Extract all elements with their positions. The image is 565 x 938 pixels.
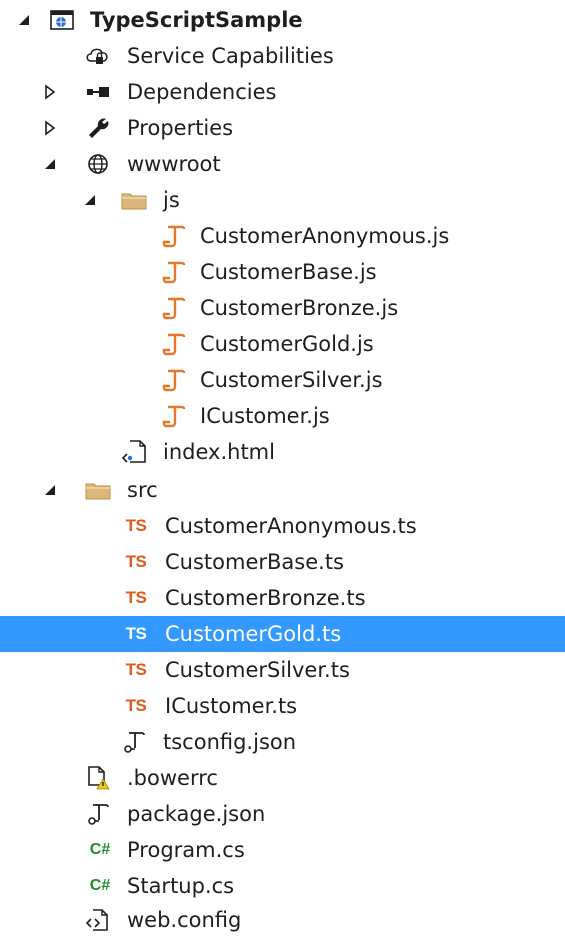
json-file-icon: [84, 800, 112, 828]
tree-node-js-folder[interactable]: js: [0, 182, 565, 218]
tree-node-file[interactable]: C# Startup.cs: [0, 868, 565, 904]
tree-node-file[interactable]: web.config: [0, 902, 565, 938]
expanded-arrow-icon[interactable]: [80, 190, 100, 210]
tree-node-label: CustomerGold.ts: [165, 622, 342, 646]
collapsed-arrow-icon[interactable]: [40, 118, 60, 138]
ts-file-icon: TS: [125, 660, 147, 679]
tree-node-label: CustomerBronze.ts: [165, 586, 366, 610]
tree-node-file[interactable]: TS CustomerBronze.ts: [0, 580, 565, 616]
expanded-arrow-icon[interactable]: [14, 10, 34, 30]
tree-node-file[interactable]: CustomerGold.js: [0, 326, 565, 362]
file-warning-icon: [84, 764, 112, 792]
tree-node-label: CustomerAnonymous.ts: [165, 514, 417, 538]
csharp-file-icon: C#: [89, 841, 111, 858]
tree-node-label: web.config: [127, 908, 242, 932]
tree-node-file[interactable]: index.html: [0, 434, 565, 470]
tree-node-file[interactable]: package.json: [0, 796, 565, 832]
project-name: TypeScriptSample: [90, 8, 303, 32]
tree-node-project[interactable]: TypeScriptSample: [0, 2, 565, 38]
tree-node-label: CustomerSilver.js: [200, 368, 383, 392]
collapsed-arrow-icon[interactable]: [40, 82, 60, 102]
tree-node-src-folder[interactable]: src: [0, 472, 565, 508]
solution-explorer-tree: TypeScriptSample Service Capabilities De…: [0, 0, 565, 936]
globe-icon: [84, 150, 112, 178]
tree-node-label: ICustomer.js: [200, 404, 330, 428]
tree-node-file[interactable]: .bowerrc: [0, 760, 565, 796]
tree-node-label: CustomerBronze.js: [200, 296, 399, 320]
tree-node-label: index.html: [163, 440, 275, 464]
tree-node-service-capabilities[interactable]: Service Capabilities: [0, 38, 565, 74]
js-file-icon: [160, 258, 188, 286]
tree-node-label: Properties: [127, 116, 234, 140]
dependencies-icon: [84, 78, 112, 106]
js-file-icon: [160, 330, 188, 358]
tree-node-wwwroot[interactable]: wwwroot: [0, 146, 565, 182]
json-file-icon: [120, 728, 148, 756]
tree-node-file[interactable]: ICustomer.js: [0, 398, 565, 434]
tree-node-file[interactable]: TS ICustomer.ts: [0, 688, 565, 724]
tree-node-label: package.json: [127, 802, 266, 826]
tree-node-label: src: [127, 478, 158, 502]
js-file-icon: [160, 294, 188, 322]
tree-node-properties[interactable]: Properties: [0, 110, 565, 146]
cloud-lock-icon: [84, 42, 112, 70]
tree-node-file[interactable]: CustomerSilver.js: [0, 362, 565, 398]
js-file-icon: [160, 402, 188, 430]
ts-file-icon: TS: [125, 696, 147, 715]
web-project-icon: [48, 6, 76, 34]
js-file-icon: [160, 222, 188, 250]
tree-node-file[interactable]: TS CustomerSilver.ts: [0, 652, 565, 688]
tree-node-label: CustomerAnonymous.js: [200, 224, 450, 248]
tree-node-label: Service Capabilities: [127, 44, 334, 68]
config-file-icon: [84, 906, 112, 934]
tree-node-label: CustomerSilver.ts: [165, 658, 350, 682]
tree-node-file[interactable]: TS CustomerBase.ts: [0, 544, 565, 580]
tree-node-label: CustomerGold.js: [200, 332, 374, 356]
ts-file-icon: TS: [125, 588, 147, 607]
tree-node-label: tsconfig.json: [163, 730, 297, 754]
csharp-file-icon: C#: [89, 877, 111, 894]
tree-node-file[interactable]: CustomerBase.js: [0, 254, 565, 290]
expanded-arrow-icon[interactable]: [40, 154, 60, 174]
folder-icon: [120, 186, 148, 214]
tree-node-label: CustomerBase.js: [200, 260, 377, 284]
wrench-icon: [84, 114, 112, 142]
tree-node-label: Dependencies: [127, 80, 277, 104]
html-file-icon: [120, 438, 148, 466]
tree-node-label: Program.cs: [127, 838, 245, 862]
tree-node-label: CustomerBase.ts: [165, 550, 344, 574]
tree-node-file[interactable]: CustomerAnonymous.js: [0, 218, 565, 254]
tree-node-file[interactable]: CustomerBronze.js: [0, 290, 565, 326]
tree-node-file[interactable]: TS CustomerAnonymous.ts: [0, 508, 565, 544]
expanded-arrow-icon[interactable]: [40, 480, 60, 500]
tree-node-label: Startup.cs: [127, 874, 235, 898]
ts-file-icon: TS: [125, 516, 147, 535]
ts-file-icon: TS: [125, 552, 147, 571]
tree-node-file[interactable]: C# Program.cs: [0, 832, 565, 868]
tree-node-label: .bowerrc: [127, 766, 218, 790]
tree-node-label: js: [163, 188, 180, 212]
ts-file-icon: TS: [125, 624, 147, 643]
folder-icon: [84, 476, 112, 504]
js-file-icon: [160, 366, 188, 394]
tree-node-label: wwwroot: [127, 152, 221, 176]
tree-node-label: ICustomer.ts: [165, 694, 298, 718]
tree-node-file-selected[interactable]: TS CustomerGold.ts: [0, 616, 565, 652]
tree-node-dependencies[interactable]: Dependencies: [0, 74, 565, 110]
tree-node-file[interactable]: tsconfig.json: [0, 724, 565, 760]
